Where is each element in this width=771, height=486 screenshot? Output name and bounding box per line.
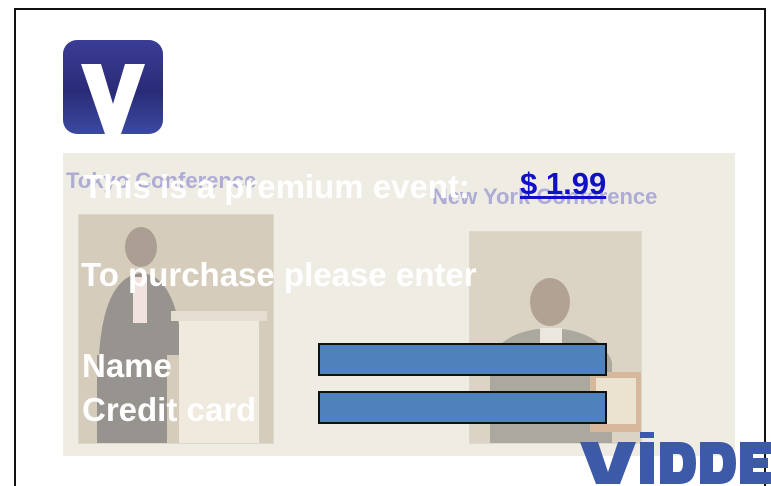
- price-link[interactable]: $ 1.99: [520, 166, 606, 202]
- credit-card-field[interactable]: [318, 391, 607, 424]
- vidder-wordmark-icon: [578, 432, 771, 484]
- premium-event-notice: This is a premium event:: [83, 168, 470, 205]
- purchase-prompt: To purchase please enter: [81, 256, 477, 293]
- credit-card-label: Credit card: [82, 391, 257, 428]
- name-label: Name: [82, 347, 172, 384]
- vidder-logo-icon: [63, 40, 163, 134]
- name-field[interactable]: [318, 343, 607, 376]
